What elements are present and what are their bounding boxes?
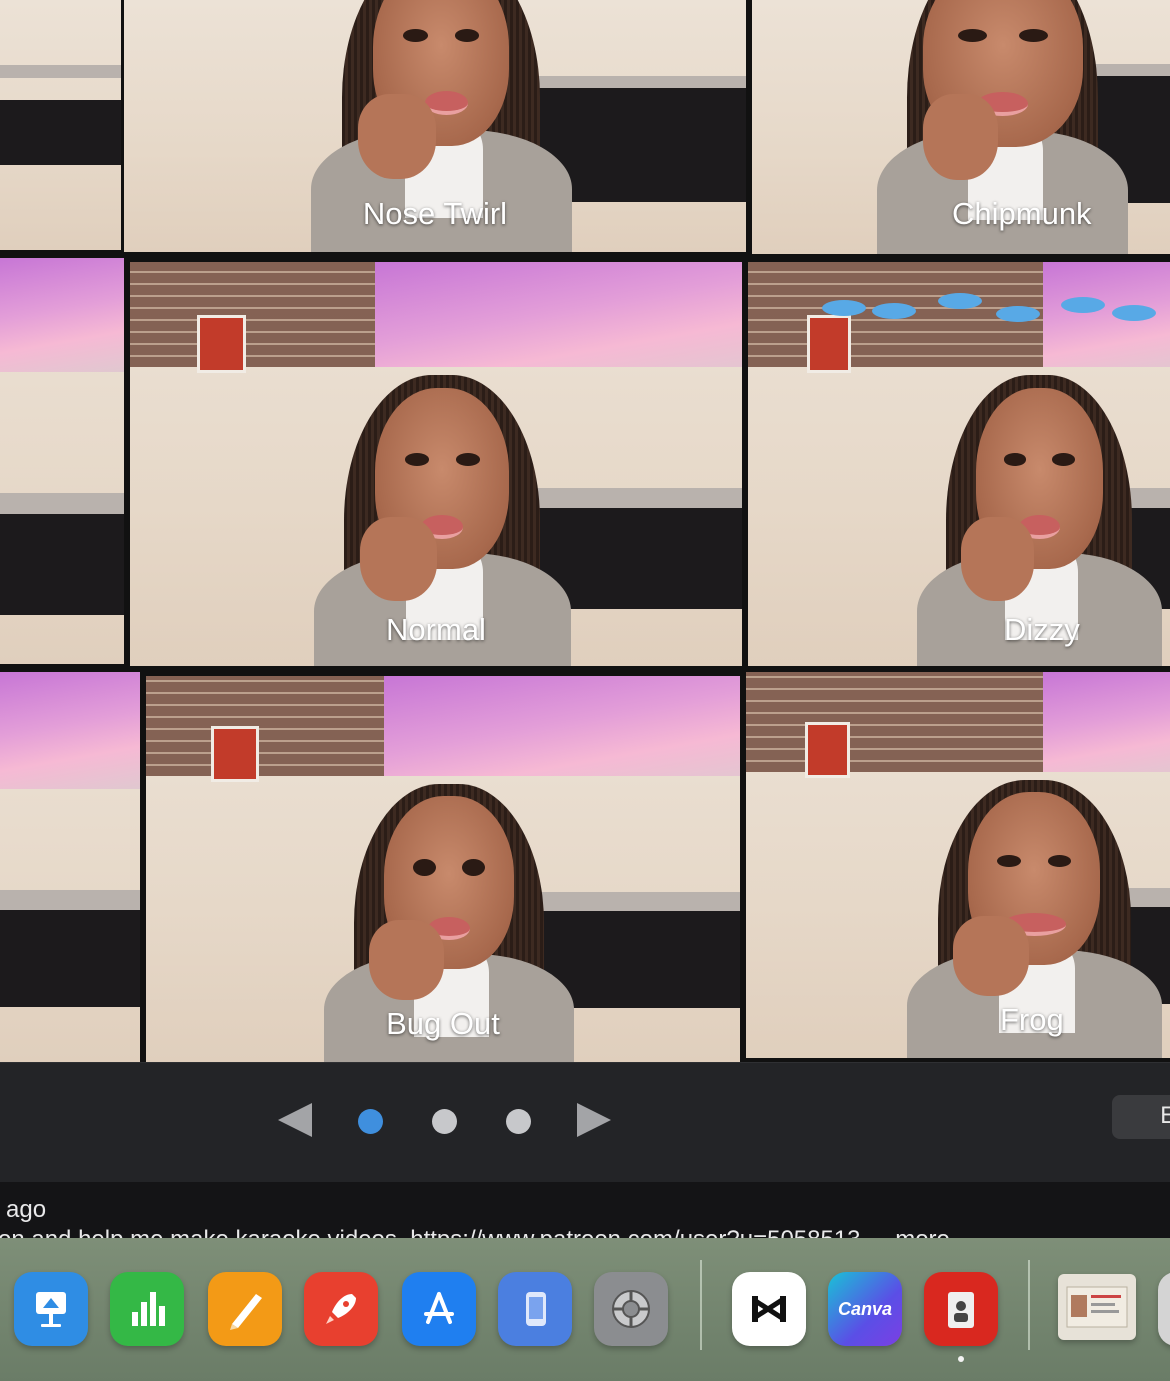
effect-tile-partial[interactable] [0, 0, 121, 250]
effect-label: Chipmunk [952, 196, 1092, 231]
app-store-icon[interactable] [402, 1272, 476, 1346]
effects-grid: Nose Twirl Chipmunk Normal Dizzy Bug Out… [0, 0, 1170, 1062]
time-ago: ago [6, 1196, 47, 1223]
page-dot-2[interactable] [432, 1109, 457, 1134]
numbers-icon[interactable] [110, 1272, 184, 1346]
pages-icon[interactable] [208, 1272, 282, 1346]
effect-tile-partial[interactable] [0, 258, 124, 664]
photo-booth-icon[interactable] [924, 1272, 998, 1346]
simulator-icon[interactable] [498, 1272, 572, 1346]
effect-label: Frog [1000, 1002, 1064, 1037]
side-button[interactable]: E [1112, 1095, 1170, 1139]
keynote-icon[interactable] [14, 1272, 88, 1346]
trash-icon[interactable] [1158, 1272, 1170, 1346]
rocket-icon[interactable] [304, 1272, 378, 1346]
dock-separator [700, 1260, 702, 1350]
capcut-icon[interactable] [732, 1272, 806, 1346]
dock-separator [1028, 1260, 1030, 1350]
effect-tile-partial[interactable] [0, 672, 140, 1062]
effect-label: Dizzy [1004, 612, 1080, 647]
dock: Canva [0, 1238, 1170, 1381]
next-page-arrow-icon[interactable] [577, 1103, 611, 1137]
effect-tile-normal[interactable]: Normal [130, 262, 742, 666]
page-dot-1[interactable] [358, 1109, 383, 1134]
previous-page-arrow-icon[interactable] [278, 1103, 312, 1137]
effect-tile-nose-twirl[interactable]: Nose Twirl [124, 0, 746, 252]
canva-icon[interactable]: Canva [828, 1272, 902, 1346]
effect-tile-bug-out[interactable]: Bug Out [146, 676, 740, 1062]
effect-tile-dizzy[interactable]: Dizzy [748, 262, 1170, 666]
gear-icon[interactable] [594, 1272, 668, 1346]
effect-label: Nose Twirl [362, 196, 508, 231]
effect-tile-chipmunk[interactable]: Chipmunk [752, 0, 1170, 254]
effect-label: Normal [386, 612, 486, 647]
id-card-icon[interactable] [1058, 1274, 1136, 1340]
running-indicator [958, 1356, 964, 1362]
page-dot-3[interactable] [506, 1109, 531, 1134]
effects-pager: E [0, 1062, 1170, 1183]
screen: Nose Twirl Chipmunk Normal Dizzy Bug Out… [0, 0, 1170, 1381]
effect-tile-frog[interactable]: Frog [746, 672, 1170, 1058]
effect-label: Bug Out [386, 1006, 500, 1041]
dizzy-birds-icon [807, 290, 1170, 323]
